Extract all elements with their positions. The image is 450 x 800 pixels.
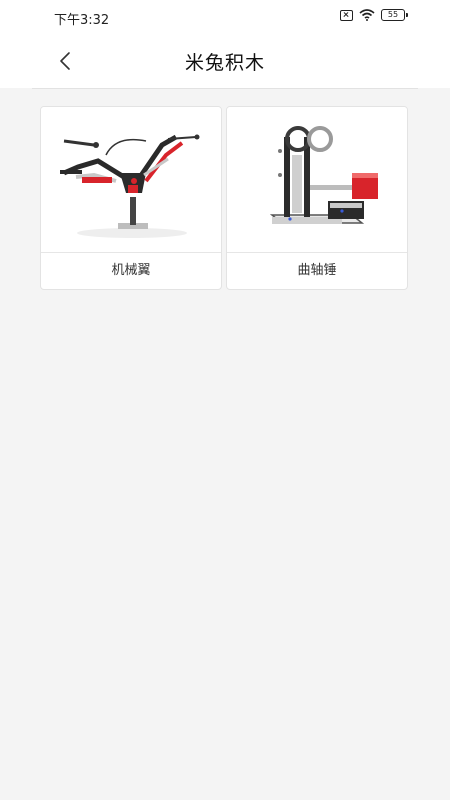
crank-hammer-model-image <box>227 107 407 253</box>
page-title: 米兔积木 <box>184 52 265 74</box>
model-grid: 机械翼 曲轴锤 <box>40 106 408 290</box>
model-label: 机械翼 <box>111 263 151 278</box>
header-divider <box>32 88 418 89</box>
no-sim-icon <box>340 9 353 21</box>
wifi-icon <box>359 9 375 21</box>
app-header: 米兔积木 <box>0 34 450 88</box>
battery-icon: 55 <box>381 9 408 21</box>
model-label: 曲轴锤 <box>297 263 337 278</box>
model-card-mechanical-wing[interactable]: 机械翼 <box>40 106 222 290</box>
status-icons: 55 <box>340 9 408 21</box>
model-card-crank-hammer[interactable]: 曲轴锤 <box>226 106 408 290</box>
status-bar: 下午3:32 55 <box>0 0 450 34</box>
mechanical-wing-model-image <box>41 107 221 253</box>
status-time: 下午3:32 <box>54 13 110 28</box>
